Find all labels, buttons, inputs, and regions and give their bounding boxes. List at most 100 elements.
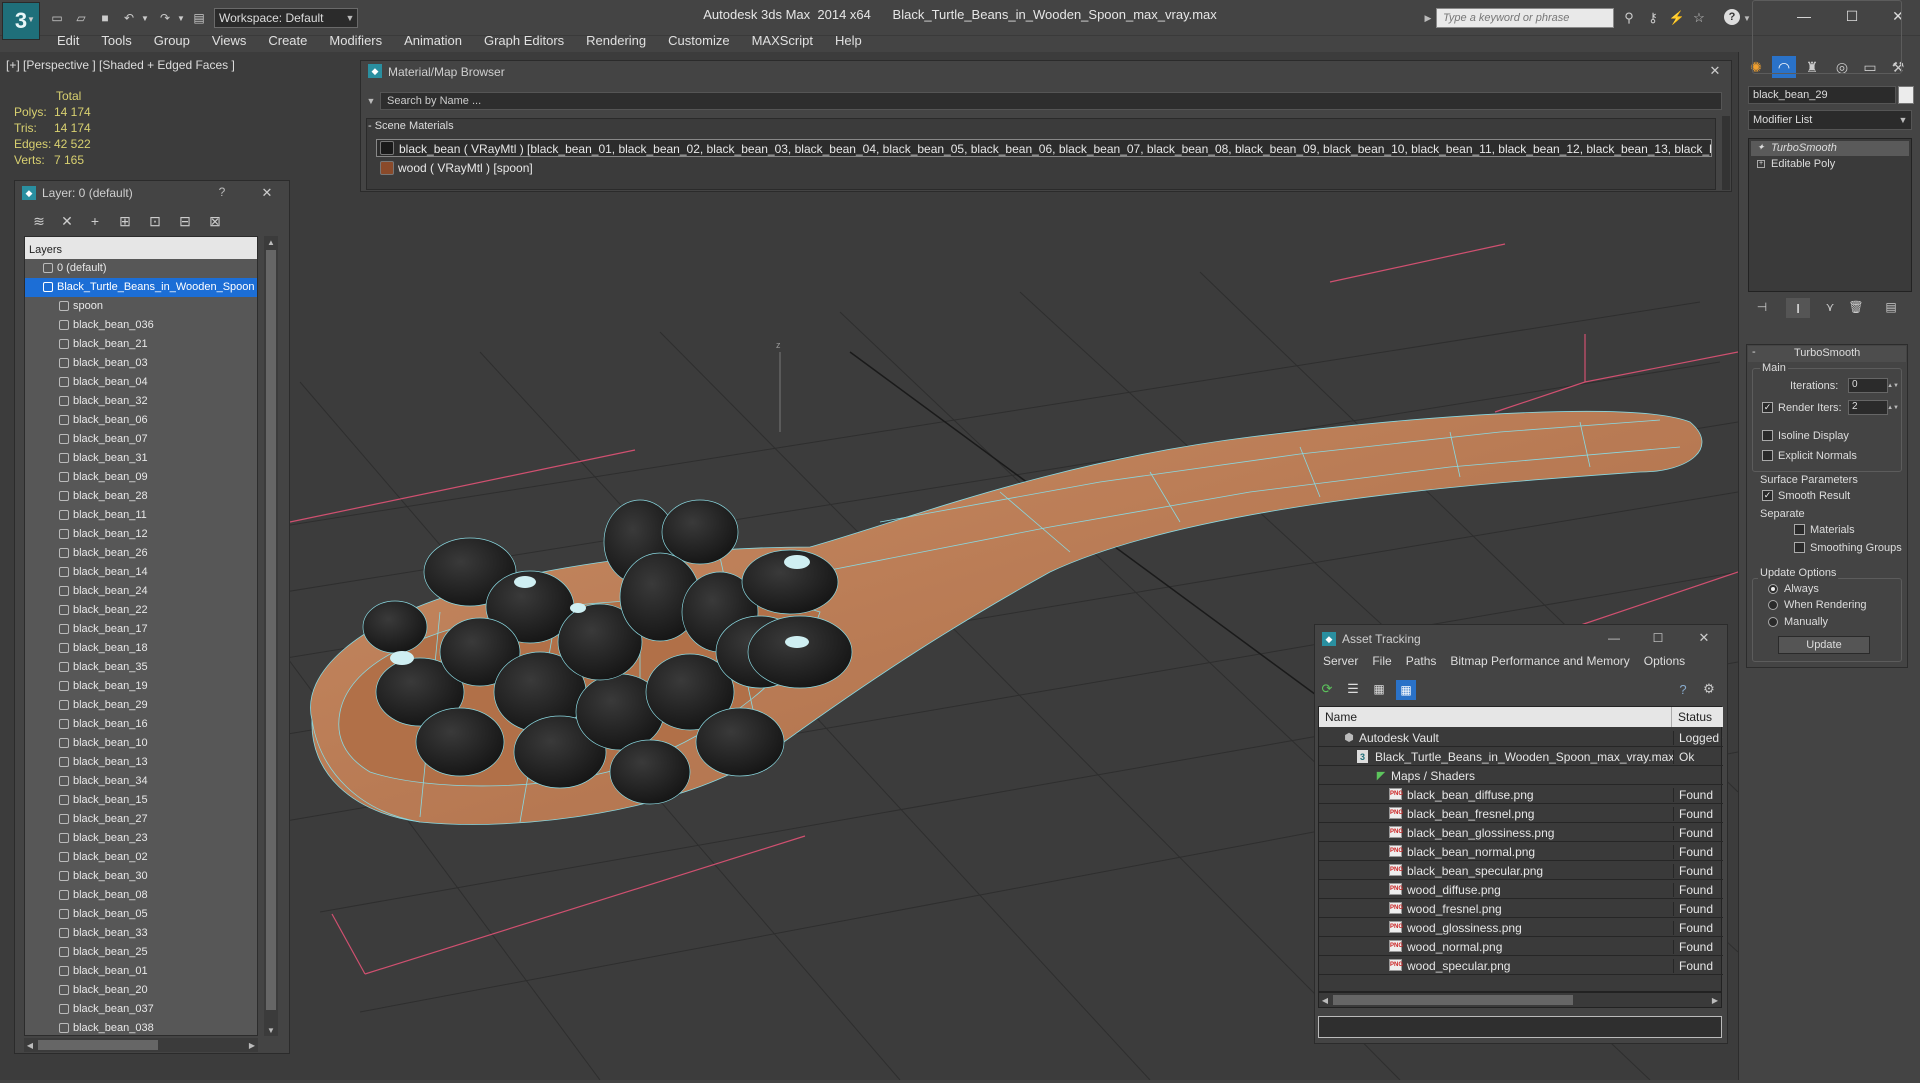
asset-horizontal-scrollbar[interactable]: ◀ ▶: [1318, 992, 1722, 1008]
table-row-maps-shaders[interactable]: ◤ Maps / Shaders: [1319, 766, 1723, 785]
scroll-right-icon[interactable]: ▶: [1709, 993, 1721, 1007]
table-view-icon[interactable]: ▦: [1396, 680, 1416, 700]
menu-modifiers[interactable]: Modifiers: [318, 32, 393, 52]
stack-item-editable-poly[interactable]: + Editable Poly: [1751, 157, 1909, 172]
table-row[interactable]: PNG wood_glossiness.png Found: [1319, 918, 1723, 937]
update-button[interactable]: Update: [1778, 636, 1870, 654]
help-dropdown-icon[interactable]: ▼: [1742, 10, 1752, 26]
layer-item[interactable]: black_bean_09: [25, 468, 257, 487]
material-browser-close-icon[interactable]: ✕: [1706, 62, 1724, 80]
asset-path-field[interactable]: [1318, 1016, 1722, 1038]
asset-hscroll-thumb[interactable]: [1333, 995, 1573, 1005]
layer-properties-icon[interactable]: ⊠: [204, 210, 226, 232]
menu-group[interactable]: Group: [143, 32, 201, 52]
menu-views[interactable]: Views: [201, 32, 257, 52]
layer-list[interactable]: Layers 0 (default) Black_Turtle_Beans_in…: [24, 236, 258, 1036]
smoothing-groups-checkbox[interactable]: [1794, 542, 1805, 553]
set-current-layer-icon[interactable]: ⊟: [174, 210, 196, 232]
table-row[interactable]: PNG black_bean_diffuse.png Found: [1319, 785, 1723, 804]
layer-filter-icon[interactable]: ≋: [28, 210, 50, 232]
layer-item[interactable]: black_bean_07: [25, 430, 257, 449]
materials-checkbox[interactable]: [1794, 524, 1805, 535]
subscription-key-icon[interactable]: ⚷: [1644, 10, 1662, 26]
delete-layer-icon[interactable]: ✕: [56, 210, 78, 232]
keyword-search-input[interactable]: Type a keyword or phrase: [1436, 8, 1614, 28]
render-iters-checkbox[interactable]: ✓: [1762, 402, 1773, 413]
render-iters-spinner[interactable]: 2: [1848, 400, 1888, 415]
layer-close-icon[interactable]: ✕: [258, 184, 276, 202]
manually-radio[interactable]: [1768, 617, 1778, 627]
configure-sets-icon[interactable]: ▤: [1880, 298, 1902, 316]
layer-item[interactable]: black_bean_02: [25, 848, 257, 867]
remove-modifier-icon[interactable]: 🗑: [1846, 298, 1866, 316]
menu-tools[interactable]: Tools: [90, 32, 142, 52]
asset-menu-options[interactable]: Options: [1637, 654, 1692, 668]
layer-item[interactable]: black_bean_14: [25, 563, 257, 582]
layer-item[interactable]: black_bean_22: [25, 601, 257, 620]
layer-item[interactable]: black_bean_16: [25, 715, 257, 734]
menu-edit[interactable]: Edit: [46, 32, 90, 52]
select-in-layer-icon[interactable]: ⊡: [144, 210, 166, 232]
table-row[interactable]: PNG black_bean_specular.png Found: [1319, 861, 1723, 880]
layer-item[interactable]: black_bean_31: [25, 449, 257, 468]
list-view-icon[interactable]: ☰: [1344, 680, 1362, 698]
rollout-collapse-icon[interactable]: -: [1752, 346, 1756, 358]
isoline-display-checkbox[interactable]: [1762, 430, 1773, 441]
stack-item-turbosmooth[interactable]: ✦ TurboSmooth: [1751, 141, 1909, 156]
layer-item[interactable]: black_bean_08: [25, 886, 257, 905]
material-browser-scrollbar[interactable]: [1722, 116, 1730, 190]
menu-create[interactable]: Create: [257, 32, 318, 52]
scroll-left-icon[interactable]: ◀: [24, 1038, 36, 1052]
layer-item[interactable]: black_bean_20: [25, 981, 257, 1000]
binoculars-icon[interactable]: ⚲: [1620, 10, 1638, 26]
layer-item[interactable]: black_bean_35: [25, 658, 257, 677]
layer-item[interactable]: black_bean_27: [25, 810, 257, 829]
modifier-list-dropdown[interactable]: Modifier List: [1748, 110, 1912, 130]
table-row-max-file[interactable]: 3 Black_Turtle_Beans_in_Wooden_Spoon_max…: [1319, 747, 1723, 766]
help-icon[interactable]: ?: [1724, 9, 1740, 25]
browser-options-icon[interactable]: ▼: [364, 92, 378, 110]
table-row[interactable]: PNG wood_diffuse.png Found: [1319, 880, 1723, 899]
layer-item[interactable]: black_bean_12: [25, 525, 257, 544]
menu-help[interactable]: Help: [824, 32, 873, 52]
make-unique-icon[interactable]: ⋎: [1820, 298, 1840, 316]
layer-item[interactable]: black_bean_03: [25, 354, 257, 373]
table-row[interactable]: PNG wood_specular.png Found: [1319, 956, 1723, 975]
scroll-right-icon[interactable]: ▶: [246, 1038, 258, 1052]
table-row[interactable]: PNG black_bean_fresnel.png Found: [1319, 804, 1723, 823]
viewport-label[interactable]: [+] [Perspective ] [Shaded + Edged Faces…: [6, 58, 235, 72]
smooth-result-checkbox[interactable]: ✓: [1762, 490, 1773, 501]
layer-item[interactable]: black_bean_13: [25, 753, 257, 772]
table-row[interactable]: PNG black_bean_normal.png Found: [1319, 842, 1723, 861]
object-color-swatch[interactable]: [1898, 86, 1914, 104]
create-layer-icon[interactable]: +: [84, 210, 106, 232]
menu-graph-editors[interactable]: Graph Editors: [473, 32, 575, 52]
layer-item[interactable]: black_bean_037: [25, 1000, 257, 1019]
layer-item[interactable]: black_bean_25: [25, 943, 257, 962]
menu-maxscript[interactable]: MAXScript: [741, 32, 824, 52]
favorites-star-icon[interactable]: ☆: [1690, 10, 1708, 26]
layer-item[interactable]: black_bean_04: [25, 373, 257, 392]
layer-default[interactable]: 0 (default): [25, 259, 257, 278]
layer-item[interactable]: black_bean_05: [25, 905, 257, 924]
asset-minimize-icon[interactable]: —: [1604, 628, 1624, 648]
when-rendering-radio[interactable]: [1768, 600, 1778, 610]
table-row[interactable]: PNG black_bean_glossiness.png Found: [1319, 823, 1723, 842]
layer-item[interactable]: black_bean_17: [25, 620, 257, 639]
asset-table[interactable]: Name Status ⬢ Autodesk Vault Logged O 3 …: [1318, 706, 1723, 992]
asset-settings-icon[interactable]: ⚙: [1700, 680, 1718, 698]
layer-item[interactable]: black_bean_036: [25, 316, 257, 335]
menu-rendering[interactable]: Rendering: [575, 32, 657, 52]
asset-maximize-icon[interactable]: ☐: [1648, 628, 1668, 648]
layer-item[interactable]: black_bean_038: [25, 1019, 257, 1035]
layer-item[interactable]: black_bean_11: [25, 506, 257, 525]
help-hint-icon[interactable]: ?: [1674, 680, 1692, 698]
table-row[interactable]: PNG wood_normal.png Found: [1319, 937, 1723, 956]
material-search-input[interactable]: Search by Name ...: [380, 92, 1722, 110]
asset-menu-file[interactable]: File: [1365, 654, 1398, 668]
object-name-field[interactable]: black_bean_29: [1748, 86, 1896, 104]
layer-help-icon[interactable]: ?: [214, 184, 230, 200]
layer-item[interactable]: black_bean_06: [25, 411, 257, 430]
layer-item[interactable]: black_bean_19: [25, 677, 257, 696]
layer-item[interactable]: black_bean_23: [25, 829, 257, 848]
